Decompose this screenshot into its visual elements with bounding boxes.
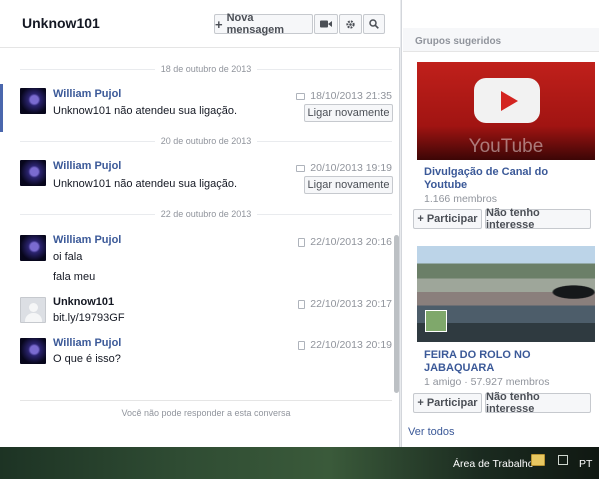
video-icon — [320, 20, 332, 28]
message-sender[interactable]: William Pujol — [53, 160, 121, 172]
see-all-link[interactable]: Ver todos — [408, 426, 454, 438]
search-icon — [369, 19, 379, 29]
play-icon — [474, 78, 540, 123]
language-indicator[interactable]: PT — [579, 458, 592, 470]
join-group-button[interactable]: + Participar — [413, 393, 482, 413]
join-label: Participar — [426, 397, 478, 409]
date-divider: 20 de outubro de 2013 — [20, 135, 392, 147]
avatar[interactable] — [20, 297, 46, 323]
mobile-icon — [298, 237, 306, 247]
join-label: Participar — [426, 213, 478, 225]
not-interested-button[interactable]: Não tenho interesse — [485, 391, 591, 415]
message-text: O que é isso? — [53, 353, 121, 365]
chat-icon — [296, 92, 306, 100]
message-sender[interactable]: William Pujol — [53, 88, 121, 100]
group-members: 1.166 membros — [424, 193, 497, 205]
message-text: oi fala — [53, 251, 83, 263]
gear-icon — [346, 19, 355, 29]
conversation-panel: Unknow101 + Nova mensagem 18 de outubro … — [0, 0, 400, 447]
call-again-button[interactable]: Ligar novamente — [304, 176, 393, 194]
message-link[interactable]: bit.ly/19793GF — [53, 312, 125, 324]
message-sender[interactable]: William Pujol — [53, 337, 121, 349]
message-time: 22/10/2013 20:16 — [298, 236, 392, 248]
avatar[interactable] — [20, 160, 46, 186]
new-message-button[interactable]: + Nova mensagem — [214, 12, 313, 36]
mobile-icon — [298, 299, 306, 309]
sidebar-title: Grupos sugeridos — [415, 36, 502, 47]
message-sender[interactable]: Unknow101 — [53, 296, 114, 308]
avatar[interactable] — [20, 88, 46, 114]
group-card: FEIRA DO ROLO NO JABAQUARA 1 amigo · 57.… — [417, 246, 595, 388]
settings-button[interactable] — [339, 14, 362, 34]
group-members: 1 amigo · 57.927 membros — [424, 376, 550, 388]
mobile-icon — [298, 340, 306, 350]
call-again-button[interactable]: Ligar novamente — [304, 104, 393, 122]
date-divider: 22 de outubro de 2013 — [20, 208, 392, 220]
group-card: YouTube Divulgação de Canal do Youtube 1… — [417, 62, 595, 205]
group-cover-image[interactable]: YouTube — [417, 62, 595, 160]
friend-thumbnail[interactable] — [425, 310, 447, 332]
folder-icon[interactable] — [531, 454, 545, 466]
action-center-icon[interactable] — [558, 455, 568, 465]
message-text: fala meu — [53, 271, 96, 283]
video-call-button[interactable] — [314, 14, 338, 34]
message-time: 22/10/2013 20:17 — [298, 298, 392, 310]
group-cover-image[interactable] — [417, 246, 595, 342]
suggested-groups-sidebar: Grupos sugeridos YouTube Divulgação de C… — [401, 0, 599, 447]
desktop-toolbar-label[interactable]: Área de Trabalho — [453, 458, 534, 470]
active-thread-indicator — [0, 84, 3, 132]
chat-icon — [296, 164, 306, 172]
plus-icon: + — [215, 16, 223, 32]
message-time: 20/10/2013 19:19 — [296, 162, 392, 174]
message-time: 18/10/2013 21:35 — [296, 90, 392, 102]
cover-logo-text: YouTube — [468, 136, 544, 157]
thread-scrollbar[interactable] — [394, 235, 399, 393]
conversation-header: Unknow101 + Nova mensagem — [0, 0, 400, 48]
join-group-button[interactable]: + Participar — [413, 209, 482, 229]
group-name[interactable]: FEIRA DO ROLO NO JABAQUARA — [424, 349, 584, 375]
plus-icon: + — [417, 213, 424, 225]
message-text: Unknow101 não atendeu sua ligação. — [53, 178, 238, 190]
group-name[interactable]: Divulgação de Canal do Youtube — [424, 166, 584, 192]
new-message-label: Nova mensagem — [226, 12, 285, 36]
taskbar: Área de Trabalho PT — [0, 447, 599, 479]
message-text: Unknow101 não atendeu sua ligação. — [53, 105, 238, 117]
message-sender[interactable]: William Pujol — [53, 234, 121, 246]
avatar[interactable] — [20, 235, 46, 261]
plus-icon: + — [417, 397, 424, 409]
conversation-title[interactable]: Unknow101 — [22, 15, 100, 31]
search-button[interactable] — [363, 14, 385, 34]
not-interested-button[interactable]: Não tenho interesse — [485, 207, 591, 231]
sidebar-header: Grupos sugeridos — [403, 28, 599, 52]
message-time: 22/10/2013 20:19 — [298, 339, 392, 351]
message-thread[interactable]: 18 de outubro de 2013 William Pujol Unkn… — [0, 48, 400, 400]
date-divider: 18 de outubro de 2013 — [20, 63, 392, 75]
avatar[interactable] — [20, 338, 46, 364]
composer-notice: Você não pode responder a esta conversa — [20, 400, 392, 418]
